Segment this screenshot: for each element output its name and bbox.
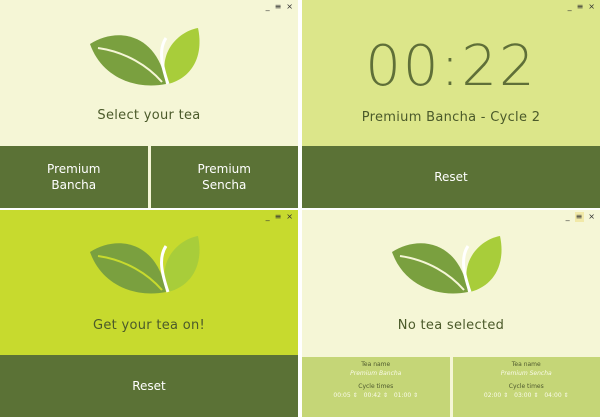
close-icon[interactable]: × xyxy=(588,2,596,12)
tea-name-field[interactable]: Premium Bancha xyxy=(302,369,450,378)
menu-icon[interactable]: ≡ xyxy=(574,212,585,222)
tea-ready-message: Get your tea on! xyxy=(92,318,206,333)
tea-name-label: Tea name xyxy=(361,361,391,368)
settings-panel: _ ≡ × No tea selected Tea name Premium B… xyxy=(302,210,600,417)
cycle-time-stepper[interactable]: 04:00 ⇕ xyxy=(544,391,568,400)
cycle-times: 02:00 ⇕ 03:00 ⇕ 04:00 ⇕ xyxy=(453,391,600,400)
reset-button[interactable]: Reset xyxy=(302,146,600,208)
tea-name-label: Tea name xyxy=(511,361,541,368)
reset-button[interactable]: Reset xyxy=(0,355,298,417)
tea-leaf-logo-icon xyxy=(90,28,200,86)
tea-leaf-logo-icon xyxy=(90,236,200,294)
tea-name-field[interactable]: Premium Sencha xyxy=(453,369,600,378)
close-icon[interactable]: × xyxy=(588,212,596,222)
cycle-time-stepper[interactable]: 01:00 ⇕ xyxy=(394,391,418,400)
premium-bancha-button[interactable]: Premium Bancha xyxy=(0,146,148,208)
tea-choice-buttons: Premium Bancha Premium Sencha xyxy=(0,146,298,208)
cycle-time-stepper[interactable]: 00:42 ⇕ xyxy=(364,391,388,400)
cycle-times-label: Cycle times xyxy=(508,383,544,390)
minimize-icon[interactable]: _ xyxy=(266,212,271,222)
premium-sencha-button[interactable]: Premium Sencha xyxy=(150,146,298,208)
cycle-time-stepper[interactable]: 00:05 ⇕ xyxy=(333,391,357,400)
countdown-timer: 00:22 xyxy=(365,34,537,99)
minimize-icon[interactable]: _ xyxy=(266,2,271,12)
close-icon[interactable]: × xyxy=(286,212,294,222)
cycle-time-stepper[interactable]: 03:00 ⇕ xyxy=(514,391,538,400)
select-tea-panel: _ ≡ × Select your tea Premium Bancha Pre… xyxy=(0,0,298,208)
tea-settings-column: Tea name Premium Bancha Cycle times 00:0… xyxy=(302,357,450,417)
window-controls: _ ≡ × xyxy=(266,2,294,12)
window-controls: _ ≡ × xyxy=(566,212,596,222)
tea-leaf-logo-icon xyxy=(392,236,502,294)
cycle-times: 00:05 ⇕ 00:42 ⇕ 01:00 ⇕ xyxy=(302,391,450,400)
tea-settings-column: Tea name Premium Sencha Cycle times 02:0… xyxy=(452,357,600,417)
window-controls: _ ≡ × xyxy=(266,212,294,222)
tea-settings: Tea name Premium Bancha Cycle times 00:0… xyxy=(302,357,600,417)
no-tea-message: No tea selected xyxy=(397,318,505,333)
menu-icon[interactable]: ≡ xyxy=(577,2,585,12)
tea-ready-panel: _ ≡ × Get your tea on! Reset xyxy=(0,210,298,417)
select-tea-message: Select your tea xyxy=(97,108,201,123)
window-controls: _ ≡ × xyxy=(568,2,596,12)
timer-panel: _ ≡ × 00:22 Premium Bancha - Cycle 2 Res… xyxy=(302,0,600,208)
brewing-status: Premium Bancha - Cycle 2 xyxy=(361,110,541,125)
cycle-time-stepper[interactable]: 02:00 ⇕ xyxy=(484,391,508,400)
minimize-icon[interactable]: _ xyxy=(568,2,573,12)
menu-icon[interactable]: ≡ xyxy=(275,212,283,222)
menu-icon[interactable]: ≡ xyxy=(275,2,283,12)
close-icon[interactable]: × xyxy=(286,2,294,12)
minimize-icon[interactable]: _ xyxy=(566,212,571,222)
cycle-times-label: Cycle times xyxy=(358,383,394,390)
